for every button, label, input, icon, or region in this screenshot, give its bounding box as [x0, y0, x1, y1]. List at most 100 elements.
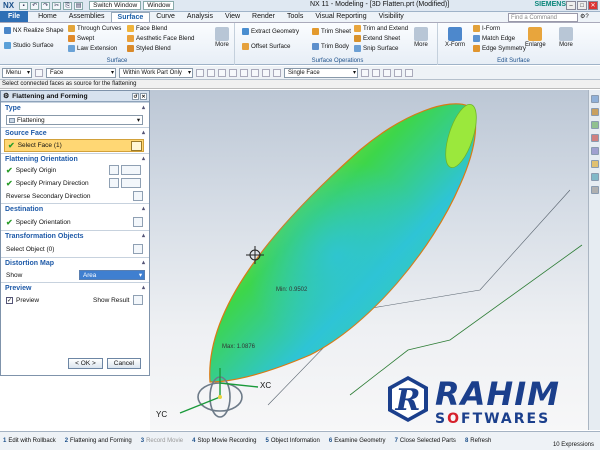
more-surface-button[interactable]: More	[215, 27, 229, 48]
window-menu-button[interactable]: Window	[143, 1, 175, 10]
reverse-secondary-direction-row[interactable]: Reverse Secondary Direction	[1, 190, 149, 203]
point-dialog-icon[interactable]	[121, 165, 141, 175]
view-icon[interactable]	[361, 68, 369, 77]
swept-button[interactable]: Swept	[68, 35, 94, 42]
constraint-navigator-icon[interactable]	[591, 121, 599, 129]
quick-pick-item[interactable]: 7 Close Selected Parts	[395, 438, 456, 444]
view-icon[interactable]	[394, 68, 402, 77]
undo-icon[interactable]: ↶	[30, 1, 40, 10]
minimize-icon[interactable]: –	[566, 1, 576, 10]
offset-surface-button[interactable]: Offset Surface	[242, 43, 290, 50]
select-face-row[interactable]: ✔ Select Face (1)	[4, 139, 144, 152]
assembly-navigator-icon[interactable]	[591, 108, 599, 116]
more-surface-operations-button[interactable]: More	[414, 27, 428, 48]
magnifier-icon[interactable]	[133, 295, 143, 305]
trim-body-button[interactable]: Trim Body	[312, 43, 349, 50]
extend-sheet-button[interactable]: Extend Sheet	[354, 35, 400, 42]
snap-icon[interactable]	[218, 68, 226, 77]
styled-blend-button[interactable]: Styled Blend	[127, 45, 171, 52]
point-icon[interactable]	[109, 165, 119, 175]
enlarge-button[interactable]: Enlarge	[525, 27, 546, 48]
edge-symmetry-button[interactable]: Edge Symmetry	[473, 45, 526, 52]
show-dropdown[interactable]: Area	[79, 270, 145, 280]
through-curves-button[interactable]: Through Curves	[68, 25, 121, 32]
roles-icon[interactable]	[591, 186, 599, 194]
type-filter-dropdown[interactable]: Face	[46, 67, 116, 78]
reset-icon[interactable]: ↺	[132, 92, 139, 100]
section-type[interactable]: Type	[1, 102, 149, 114]
more-edit-surface-button[interactable]: More	[559, 27, 573, 48]
cancel-button[interactable]: Cancel	[106, 358, 141, 369]
system-materials-icon[interactable]	[591, 160, 599, 168]
section-source-face[interactable]: Source Face	[1, 127, 149, 139]
section-destination[interactable]: Destination	[1, 203, 149, 215]
nx-realize-shape-button[interactable]: NX Realize Shape	[4, 27, 64, 34]
reverse-icon[interactable]	[133, 191, 143, 201]
snap-icon[interactable]	[229, 68, 237, 77]
tab-visual-reporting[interactable]: Visual Reporting	[309, 12, 372, 22]
part-navigator-icon[interactable]	[591, 95, 599, 103]
vector-dialog-icon[interactable]	[121, 178, 141, 188]
graphics-window[interactable]: Min: 0.9502 Max: 1.0876 XC YC R RAHIM SO…	[150, 90, 588, 430]
quick-pick-item[interactable]: 3 Record Movie	[141, 438, 183, 444]
tab-visibility[interactable]: Visibility	[373, 12, 410, 22]
view-icon[interactable]	[383, 68, 391, 77]
view-icon[interactable]	[405, 68, 413, 77]
menu-dropdown[interactable]: Menu	[2, 67, 32, 78]
reverse-direction-icon[interactable]	[109, 178, 119, 188]
quick-pick-item[interactable]: 6 Examine Geometry	[329, 438, 386, 444]
paste-icon[interactable]: ▤	[74, 1, 84, 10]
law-extension-button[interactable]: Law Extension	[68, 45, 117, 52]
deselect-icon[interactable]	[207, 68, 215, 77]
command-search-input[interactable]: Find a Command	[508, 13, 578, 22]
preview-checkbox[interactable]: ✓	[6, 297, 13, 304]
match-edge-button[interactable]: Match Edge	[473, 35, 515, 42]
select-object-row[interactable]: Select Object (0)	[1, 241, 149, 257]
tab-render[interactable]: Render	[246, 12, 281, 22]
help-icon[interactable]: ⚙?	[580, 13, 598, 22]
maximize-icon[interactable]: □	[577, 1, 587, 10]
specify-origin-row[interactable]: ✔ Specify Origin	[1, 164, 149, 177]
face-blend-button[interactable]: Face Blend	[127, 25, 167, 32]
studio-surface-button[interactable]: Studio Surface	[4, 42, 54, 49]
close-icon[interactable]: ✕	[588, 1, 598, 10]
type-dropdown[interactable]: Flattening	[6, 115, 143, 125]
x-form-button[interactable]: X-Form	[445, 27, 465, 48]
quick-pick-item[interactable]: 8 Refresh	[465, 438, 491, 444]
snap-icon[interactable]	[251, 68, 259, 77]
quick-pick-item[interactable]: 2 Flattening and Forming	[65, 438, 132, 444]
tab-analysis[interactable]: Analysis	[181, 12, 219, 22]
section-flattening-orientation[interactable]: Flattening Orientation	[1, 153, 149, 165]
selection-scope-dropdown[interactable]: Within Work Part Only	[119, 67, 193, 78]
copy-icon[interactable]: ⎘	[63, 1, 73, 10]
face-rule-dropdown[interactable]: Single Face	[284, 67, 358, 78]
snip-surface-button[interactable]: Snip Surface	[354, 45, 398, 52]
trim-and-extend-button[interactable]: Trim and Extend	[354, 25, 408, 32]
section-preview[interactable]: Preview	[1, 282, 149, 294]
switch-window-button[interactable]: Switch Window	[89, 1, 142, 10]
reuse-library-icon[interactable]	[591, 134, 599, 142]
tab-tools[interactable]: Tools	[281, 12, 309, 22]
cut-icon[interactable]: ✂	[52, 1, 62, 10]
specify-primary-direction-row[interactable]: ✔ Specify Primary Direction	[1, 177, 149, 190]
aesthetic-face-blend-button[interactable]: Aesthetic Face Blend	[127, 35, 194, 42]
tab-assemblies[interactable]: Assemblies	[63, 12, 111, 22]
process-studio-icon[interactable]	[591, 173, 599, 181]
select-icon[interactable]	[35, 68, 43, 77]
section-transformation-objects[interactable]: Transformation Objects	[1, 230, 149, 242]
redo-icon[interactable]: ↷	[41, 1, 51, 10]
tab-curve[interactable]: Curve	[150, 12, 181, 22]
i-form-button[interactable]: I-Form	[473, 25, 500, 32]
file-menu-button[interactable]: File	[0, 11, 29, 22]
expressions-item[interactable]: 10 Expressions	[553, 441, 594, 449]
view-icon[interactable]	[372, 68, 380, 77]
face-selector-icon[interactable]	[131, 141, 142, 151]
trim-sheet-button[interactable]: Trim Sheet	[312, 28, 351, 35]
quick-pick-item[interactable]: 1 Edit with Rollback	[3, 438, 56, 444]
snap-icon[interactable]	[262, 68, 270, 77]
filter-icon[interactable]	[196, 68, 204, 77]
quick-pick-item[interactable]: 5 Object Information	[265, 438, 319, 444]
specify-orientation-row[interactable]: ✔ Specify Orientation	[1, 214, 149, 230]
quick-pick-item[interactable]: 4 Stop Movie Recording	[192, 438, 256, 444]
csys-icon[interactable]	[133, 217, 143, 227]
